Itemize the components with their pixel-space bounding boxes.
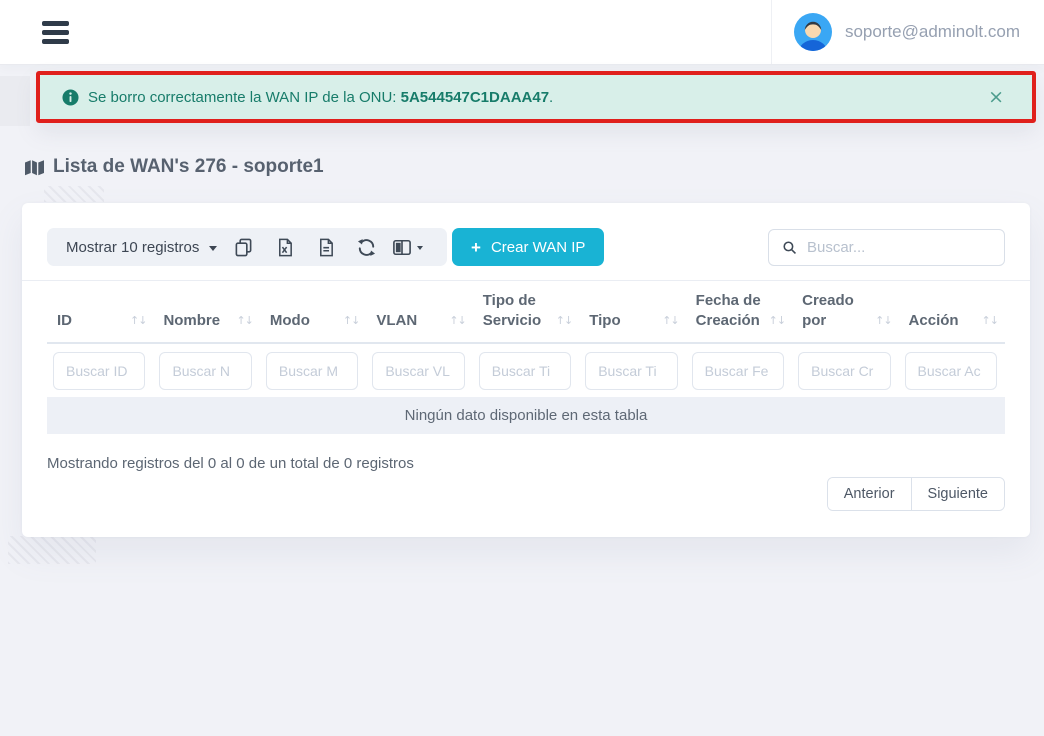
export-file-button[interactable] <box>305 228 346 266</box>
onu-id: 5A544547C1DAAA47 <box>401 89 549 106</box>
filter-input-id[interactable] <box>53 352 145 390</box>
sort-icon: ↑↓ <box>130 311 146 331</box>
user-email: soporte@adminolt.com <box>845 22 1020 42</box>
table-toolbar: Mostrar 10 registros <box>47 228 1005 266</box>
records-summary: Mostrando registros del 0 al 0 de un tot… <box>47 455 414 472</box>
sort-icon: ↑↓ <box>343 311 359 331</box>
table-filter-row <box>47 352 1005 390</box>
wan-list-card: Mostrar 10 registros <box>22 203 1030 537</box>
sort-icon: ↑↓ <box>236 311 252 331</box>
copy-button[interactable] <box>223 228 264 266</box>
toolbar-divider <box>22 280 1030 281</box>
filter-input-tipo-de-servicio[interactable] <box>479 352 571 390</box>
show-records-label: Mostrar 10 registros <box>66 239 199 256</box>
global-search <box>768 229 1005 266</box>
search-input[interactable] <box>807 239 991 256</box>
column-header-vlan[interactable]: VLAN↑↓ <box>366 311 472 342</box>
sort-icon: ↑↓ <box>662 311 678 331</box>
sort-icon: ↑↓ <box>875 311 891 331</box>
columns-icon <box>393 239 411 256</box>
caret-down-icon <box>417 246 423 250</box>
close-icon[interactable]: × <box>988 88 1004 107</box>
next-page-button[interactable]: Siguiente <box>911 478 1004 510</box>
success-alert: Se borro correctamente la WAN IP de la O… <box>40 75 1032 119</box>
refresh-icon <box>357 238 376 257</box>
filter-input-fecha-de-creacion[interactable] <box>692 352 784 390</box>
column-header-nombre[interactable]: Nombre↑↓ <box>153 311 259 342</box>
sort-icon: ↑↓ <box>449 311 465 331</box>
alert-message: Se borro correctamente la WAN IP de la O… <box>88 89 553 106</box>
pagination: Anterior Siguiente <box>827 477 1005 511</box>
map-icon <box>24 158 45 177</box>
create-wan-ip-button[interactable]: + Crear WAN IP <box>452 228 604 266</box>
alert-highlight-box: Se borro correctamente la WAN IP de la O… <box>36 71 1036 123</box>
background-hatch-decoration <box>8 536 96 564</box>
filter-input-tipo[interactable] <box>585 352 677 390</box>
user-menu[interactable]: soporte@adminolt.com <box>771 0 1044 64</box>
show-records-dropdown[interactable]: Mostrar 10 registros <box>66 239 223 256</box>
column-header-accion[interactable]: Acción↑↓ <box>899 311 1005 342</box>
info-icon <box>62 89 79 106</box>
search-icon <box>782 239 797 256</box>
page-title: Lista de WAN's 276 - soporte1 <box>24 152 324 182</box>
sort-icon: ↑↓ <box>982 311 998 331</box>
refresh-button[interactable] <box>346 228 387 266</box>
export-excel-button[interactable] <box>264 228 305 266</box>
filter-input-creado-por[interactable] <box>798 352 890 390</box>
column-header-modo[interactable]: Modo↑↓ <box>260 311 366 342</box>
avatar <box>794 13 832 51</box>
menu-icon[interactable] <box>40 15 71 50</box>
copy-icon <box>234 238 253 257</box>
column-header-creado-por[interactable]: Creado por↑↓ <box>792 291 898 342</box>
filter-input-accion[interactable] <box>905 352 997 390</box>
page-title-text: Lista de WAN's 276 - soporte1 <box>53 156 324 178</box>
background-artifact <box>0 76 30 126</box>
create-wan-ip-label: Crear WAN IP <box>491 239 585 256</box>
file-export-icon <box>317 238 335 257</box>
columns-dropdown[interactable] <box>387 228 428 266</box>
excel-export-icon <box>276 238 294 257</box>
table-header-row: ID↑↓ Nombre↑↓ Modo↑↓ VLAN↑↓ Tipo de Serv… <box>47 282 1005 344</box>
sort-icon: ↑↓ <box>556 311 572 331</box>
filter-input-modo[interactable] <box>266 352 358 390</box>
previous-page-button[interactable]: Anterior <box>828 478 911 510</box>
plus-icon: + <box>471 239 481 256</box>
caret-down-icon <box>209 246 217 251</box>
column-header-tipo-de-servicio[interactable]: Tipo de Servicio↑↓ <box>473 291 579 342</box>
column-header-fecha-de-creacion[interactable]: Fecha de Creación↑↓ <box>686 291 792 342</box>
column-header-tipo[interactable]: Tipo↑↓ <box>579 311 685 342</box>
sort-icon: ↑↓ <box>769 311 785 331</box>
background-hatch-decoration <box>44 186 104 202</box>
empty-table-message: Ningún dato disponible en esta tabla <box>47 397 1005 434</box>
filter-input-vlan[interactable] <box>372 352 464 390</box>
table-tools-group: Mostrar 10 registros <box>47 228 447 266</box>
filter-input-nombre[interactable] <box>159 352 251 390</box>
column-header-id[interactable]: ID↑↓ <box>47 311 153 342</box>
topbar: soporte@adminolt.com <box>0 0 1044 64</box>
